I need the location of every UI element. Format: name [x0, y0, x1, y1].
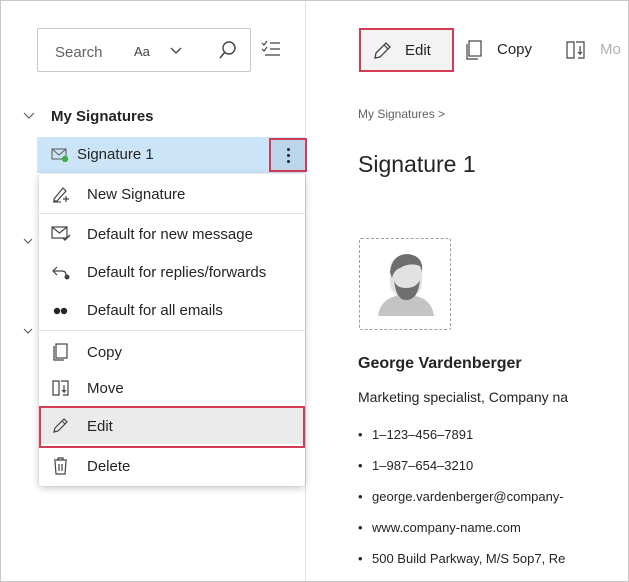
list-item: • 500 Build Parkway, M/S 5op7, Re [358, 551, 566, 566]
move-icon [52, 380, 69, 396]
match-case-toggle[interactable]: Aa [134, 44, 150, 59]
more-vertical-icon [287, 148, 290, 151]
menu-divider [39, 330, 305, 331]
copy-icon [53, 343, 68, 361]
list-item: • 1–987–654–3210 [358, 458, 474, 473]
menu-item-delete[interactable]: Delete [39, 448, 305, 484]
page-title: Signature 1 [358, 151, 476, 177]
chevron-down-icon[interactable] [169, 46, 183, 56]
copy-icon [466, 40, 482, 60]
pencil-icon [374, 42, 391, 59]
breadcrumb[interactable]: My Signatures > [358, 107, 445, 121]
copy-button[interactable]: Copy [465, 37, 555, 63]
list-item: • george.vardenberger@company- [358, 489, 564, 504]
person-silhouette-icon [378, 254, 434, 316]
person-role: Marketing specialist, Company na [358, 389, 569, 405]
move-button[interactable]: Mo [566, 37, 628, 63]
new-signature-icon [53, 187, 69, 203]
menu-item-move[interactable]: Move [39, 370, 305, 406]
trash-icon [54, 457, 67, 475]
menu-item-default-all[interactable]: Default for all emails [39, 292, 305, 328]
edit-highlight [39, 406, 305, 448]
chevron-down-icon[interactable] [23, 327, 33, 335]
reply-icon [52, 266, 70, 280]
multi-select-icon[interactable] [261, 39, 281, 59]
two-dots-icon [53, 307, 68, 315]
menu-item-new-signature[interactable]: New Signature [39, 176, 305, 212]
menu-item-default-new-message[interactable]: Default for new message [39, 216, 305, 252]
search-icon[interactable] [218, 40, 238, 60]
more-options-button[interactable] [269, 138, 307, 172]
copy-button-label: Copy [497, 41, 533, 58]
list-item: • www.company-name.com [358, 520, 521, 535]
signature-detail: My Signatures > Signature 1 George Varde… [307, 81, 628, 581]
move-button-label: Mo [600, 41, 621, 58]
menu-item-default-replies[interactable]: Default for replies/forwards [39, 254, 305, 290]
menu-divider [39, 213, 305, 214]
tree-item-signature-1[interactable]: Signature 1 [37, 137, 305, 173]
toolbar: Edit Copy Mo [307, 1, 628, 81]
menu-item-copy[interactable]: Copy [39, 334, 305, 370]
list-item: • 1–123–456–7891 [358, 427, 474, 442]
search-input[interactable]: Search [55, 44, 103, 61]
chevron-down-icon[interactable] [23, 112, 35, 120]
move-icon [566, 41, 585, 59]
overflow-fade [568, 361, 628, 581]
tree-node-my-signatures[interactable]: My Signatures [17, 104, 297, 130]
search-box[interactable]: Search Aa [37, 28, 251, 72]
chevron-down-icon[interactable] [23, 237, 33, 245]
tree-node-label: My Signatures [51, 108, 154, 125]
mail-check-icon [51, 226, 71, 241]
signature-default-icon [51, 148, 69, 162]
tree-item-label: Signature 1 [77, 146, 154, 163]
edit-button[interactable]: Edit [359, 28, 454, 72]
edit-button-label: Edit [405, 42, 431, 59]
person-name: George Vardenberger [358, 355, 522, 372]
avatar [359, 238, 451, 330]
